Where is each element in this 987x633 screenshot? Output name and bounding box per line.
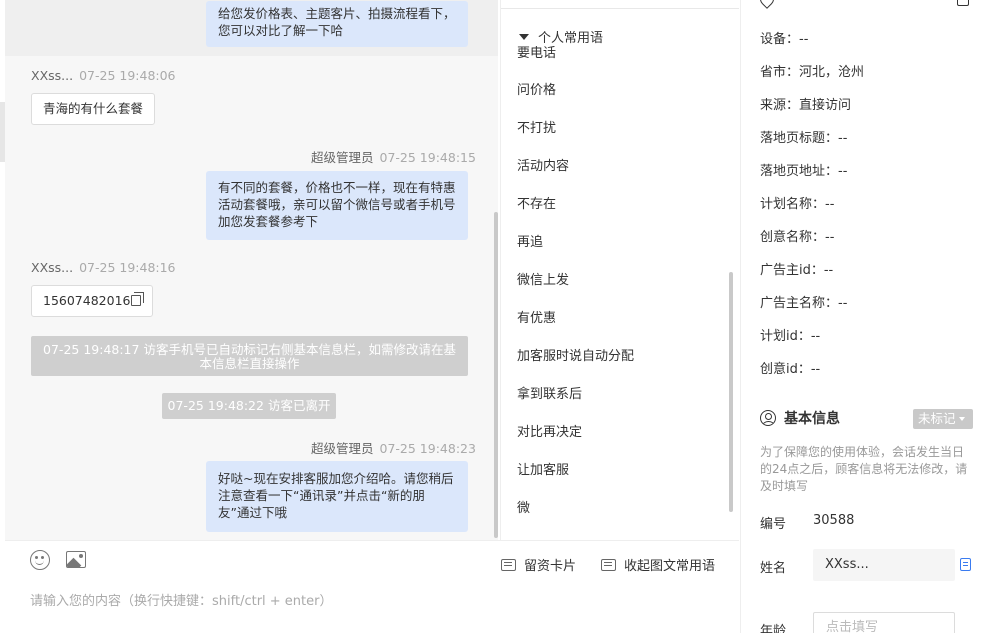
emoji-icon[interactable] bbox=[30, 550, 50, 570]
basic-info-title: 基本信息 bbox=[784, 411, 840, 427]
phrase-item[interactable]: 不存在 bbox=[517, 193, 556, 212]
visitor-name: XXss... bbox=[31, 68, 74, 83]
age-field[interactable]: 点击填写 bbox=[813, 612, 955, 633]
phrase-item[interactable]: 微 bbox=[517, 497, 530, 516]
info-creative-name: 创意名称：-- bbox=[760, 230, 835, 245]
agent-message: 给您发价格表、主题客片、拍摄流程看下，您可以对比了解一下哈 bbox=[206, 1, 468, 47]
visitor-meta: XXss... 07-25 19:48:06 bbox=[31, 68, 176, 83]
agent-meta: 超级管理员 07-25 19:48:23 bbox=[311, 438, 476, 457]
phrase-item[interactable]: 活动内容 bbox=[517, 155, 569, 174]
id-label: 编号 bbox=[760, 517, 787, 532]
edit-hint: 为了保障您的使用体验，会话发生当日的24点之后，顾客信息将无法修改，请及时填写 bbox=[760, 445, 968, 493]
visitor-message: 青海的有什么套餐 bbox=[31, 93, 156, 125]
info-device: 设备：-- bbox=[760, 32, 809, 47]
phrase-item[interactable]: 再追 bbox=[517, 231, 543, 250]
copy-icon[interactable] bbox=[957, 0, 969, 6]
phrase-item[interactable]: 有优惠 bbox=[517, 307, 556, 326]
info-plan-name: 计划名称：-- bbox=[760, 197, 835, 212]
phrases-scrollbar[interactable] bbox=[729, 272, 733, 512]
collapse-phrases-button[interactable]: 收起图文常用语 bbox=[601, 555, 715, 574]
phrase-item[interactable]: 让加客服 bbox=[517, 459, 569, 478]
phone-number: 15607482016 bbox=[43, 293, 131, 308]
tag-label: 未标记 bbox=[918, 411, 956, 426]
name-field[interactable]: XXss... bbox=[813, 549, 955, 581]
info-advertiser-id: 广告主id：-- bbox=[760, 263, 834, 278]
chat-scrollbar[interactable] bbox=[494, 212, 498, 538]
age-label: 年龄 bbox=[760, 624, 787, 633]
message-time: 07-25 19:48:23 bbox=[379, 441, 476, 456]
visitor-name: XXss... bbox=[31, 260, 74, 275]
agent-message: 好哒~现在安排客服加您介绍哈。请您稍后注意查看一下“通讯录”并点击“新的朋友”通… bbox=[206, 461, 468, 532]
info-landing-url: 落地页地址：-- bbox=[760, 164, 848, 179]
phrase-item[interactable]: 对比再决定 bbox=[517, 421, 582, 440]
message-time: 07-25 19:48:16 bbox=[79, 260, 176, 275]
info-source: 来源：直接访问 bbox=[760, 98, 852, 113]
id-value: 30588 bbox=[813, 513, 855, 528]
message-icon bbox=[501, 559, 516, 571]
caret-down-icon bbox=[958, 417, 965, 421]
tag-dropdown[interactable]: 未标记 bbox=[913, 409, 973, 429]
contact-card-button[interactable]: 留资卡片 bbox=[501, 555, 576, 574]
user-icon bbox=[760, 410, 776, 426]
agent-meta: 超级管理员 07-25 19:48:15 bbox=[311, 147, 476, 166]
quick-phrases-panel: 要电话 个人常用语 问价格 不打扰 活动内容 不存在 再追 微信上发 有优惠 加… bbox=[500, 0, 739, 540]
visitor-meta: XXss... 07-25 19:48:16 bbox=[31, 260, 176, 275]
system-notice: 07-25 19:48:17 访客手机号已自动标记右侧基本信息栏，如需修改请在基… bbox=[31, 336, 468, 376]
phrase-item[interactable]: 拿到联系后 bbox=[517, 383, 582, 402]
message-time: 07-25 19:48:15 bbox=[379, 150, 476, 165]
collapse-phrases-label: 收起图文常用语 bbox=[624, 559, 716, 574]
phrase-group-title: 个人常用语 bbox=[538, 31, 604, 46]
copy-icon[interactable] bbox=[131, 292, 145, 306]
location-icon bbox=[757, 0, 777, 9]
message-time: 07-25 19:48:06 bbox=[79, 68, 176, 83]
info-creative-id: 创意id：-- bbox=[760, 362, 821, 377]
contact-card-label: 留资卡片 bbox=[524, 559, 577, 574]
agent-name: 超级管理员 bbox=[311, 441, 374, 456]
caret-down-icon bbox=[519, 34, 529, 40]
divider bbox=[501, 8, 739, 9]
phrase-group-header[interactable]: 个人常用语 bbox=[519, 27, 604, 46]
basic-info-header: 基本信息 bbox=[760, 408, 840, 428]
info-advertiser-name: 广告主名称：-- bbox=[760, 296, 848, 311]
visitor-message: 15607482016 bbox=[31, 285, 154, 317]
info-plan-id: 计划id：-- bbox=[760, 329, 821, 344]
phrase-item[interactable]: 加客服时说自动分配 bbox=[517, 345, 634, 364]
agent-message: 有不同的套餐，价格也不一样，现在有特惠活动套餐哦，亲可以留个微信号或者手机号 加… bbox=[206, 171, 468, 240]
workspace: 给您发价格表、主题客片、拍摄流程看下，您可以对比了解一下哈 XXss... 07-… bbox=[0, 0, 987, 633]
message-input[interactable]: 请输入您的内容（换行快捷键：shift/ctrl + enter） bbox=[30, 590, 333, 609]
message-input-area: 留资卡片 收起图文常用语 请输入您的内容（换行快捷键：shift/ctrl + … bbox=[5, 540, 739, 633]
info-region: 省市：河北，沧州 bbox=[760, 65, 865, 80]
name-label: 姓名 bbox=[760, 561, 787, 576]
phrase-item[interactable]: 微信上发 bbox=[517, 269, 569, 288]
system-notice: 07-25 19:48:22 访客已离开 bbox=[162, 393, 336, 419]
customer-info-panel: 设备：-- 省市：河北，沧州 来源：直接访问 落地页标题：-- 落地页地址：--… bbox=[740, 0, 987, 633]
message-icon bbox=[601, 559, 616, 571]
chat-history: 给您发价格表、主题客片、拍摄流程看下，您可以对比了解一下哈 XXss... 07-… bbox=[5, 0, 498, 540]
agent-name: 超级管理员 bbox=[311, 150, 374, 165]
copy-icon[interactable] bbox=[960, 558, 971, 571]
image-icon[interactable] bbox=[66, 551, 86, 568]
phrase-item[interactable]: 不打扰 bbox=[517, 117, 556, 136]
info-landing-title: 落地页标题：-- bbox=[760, 131, 848, 146]
phrase-item[interactable]: 问价格 bbox=[517, 79, 556, 98]
